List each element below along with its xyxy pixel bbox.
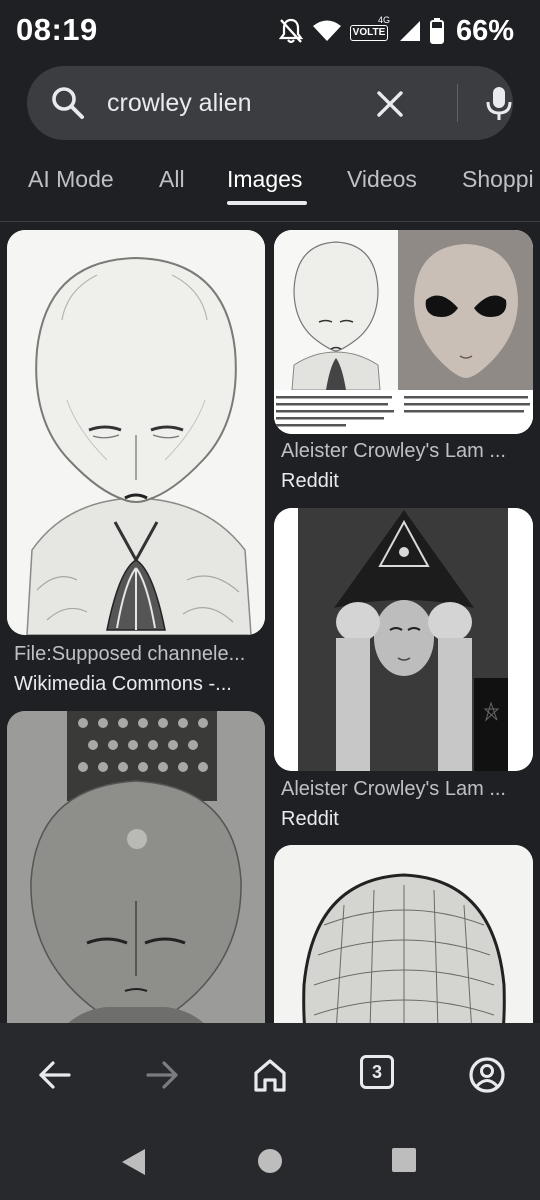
signal-icon bbox=[399, 21, 420, 41]
search-tabs: AI Mode All Images Videos Shoppi bbox=[0, 150, 540, 222]
result-source[interactable]: Wikimedia Commons -... bbox=[14, 673, 260, 696]
result-thumbnail[interactable] bbox=[7, 230, 265, 635]
image-results-grid: File:Supposed channele... Wikimedia Comm… bbox=[0, 223, 540, 1023]
tab-ai-mode[interactable]: AI Mode bbox=[28, 166, 114, 193]
system-back-icon[interactable] bbox=[119, 1147, 147, 1177]
forward-arrow-icon[interactable] bbox=[140, 1053, 184, 1097]
result-thumbnail[interactable] bbox=[7, 711, 265, 1023]
microphone-icon[interactable] bbox=[479, 83, 519, 123]
status-icons: VOLTE 4G 66% bbox=[278, 14, 514, 48]
result-source[interactable]: Reddit bbox=[281, 470, 526, 493]
system-home-icon[interactable] bbox=[257, 1148, 283, 1174]
wifi-icon bbox=[312, 20, 341, 41]
clear-icon[interactable] bbox=[370, 84, 410, 124]
tab-all[interactable]: All bbox=[159, 166, 185, 193]
home-icon[interactable] bbox=[248, 1053, 292, 1097]
tab-shopping[interactable]: Shoppi bbox=[462, 166, 534, 193]
result-title[interactable]: Aleister Crowley's Lam ... bbox=[281, 440, 526, 463]
search-input[interactable] bbox=[107, 87, 367, 119]
lam-vs-grey-alien-image bbox=[274, 230, 533, 434]
active-tab-indicator bbox=[227, 201, 307, 205]
result-title[interactable]: File:Supposed channele... bbox=[14, 643, 260, 666]
search-divider bbox=[457, 84, 458, 122]
battery-icon bbox=[429, 18, 444, 44]
result-thumbnail[interactable] bbox=[274, 230, 533, 434]
tab-videos[interactable]: Videos bbox=[347, 166, 417, 193]
search-bar[interactable] bbox=[27, 66, 513, 140]
volte-badge: VOLTE 4G bbox=[349, 15, 390, 43]
lam-sketch-image bbox=[274, 845, 533, 1023]
lam-painting-image bbox=[7, 711, 265, 1023]
system-recents-icon[interactable] bbox=[391, 1147, 417, 1173]
search-icon[interactable] bbox=[50, 85, 86, 121]
crowley-portrait-image bbox=[274, 508, 533, 771]
result-source[interactable]: Reddit bbox=[281, 808, 526, 831]
network-gen-label: 4G bbox=[377, 15, 390, 25]
tab-switcher-button[interactable]: 3 bbox=[360, 1055, 394, 1089]
lam-drawing-image bbox=[7, 230, 265, 635]
status-bar: 08:19 VOLTE 4G 66% bbox=[0, 0, 540, 62]
tab-images[interactable]: Images bbox=[227, 166, 302, 193]
result-title[interactable]: Aleister Crowley's Lam ... bbox=[281, 778, 526, 801]
result-thumbnail[interactable] bbox=[274, 508, 533, 771]
system-navigation-bar bbox=[0, 1125, 540, 1200]
notifications-off-icon bbox=[278, 18, 304, 44]
volte-label: VOLTE bbox=[349, 25, 388, 41]
back-arrow-icon[interactable] bbox=[33, 1053, 77, 1097]
result-thumbnail[interactable] bbox=[274, 845, 533, 1023]
browser-toolbar bbox=[0, 1023, 540, 1125]
account-icon[interactable] bbox=[465, 1053, 509, 1097]
status-time: 08:19 bbox=[16, 12, 98, 47]
battery-percent: 66% bbox=[455, 14, 514, 47]
